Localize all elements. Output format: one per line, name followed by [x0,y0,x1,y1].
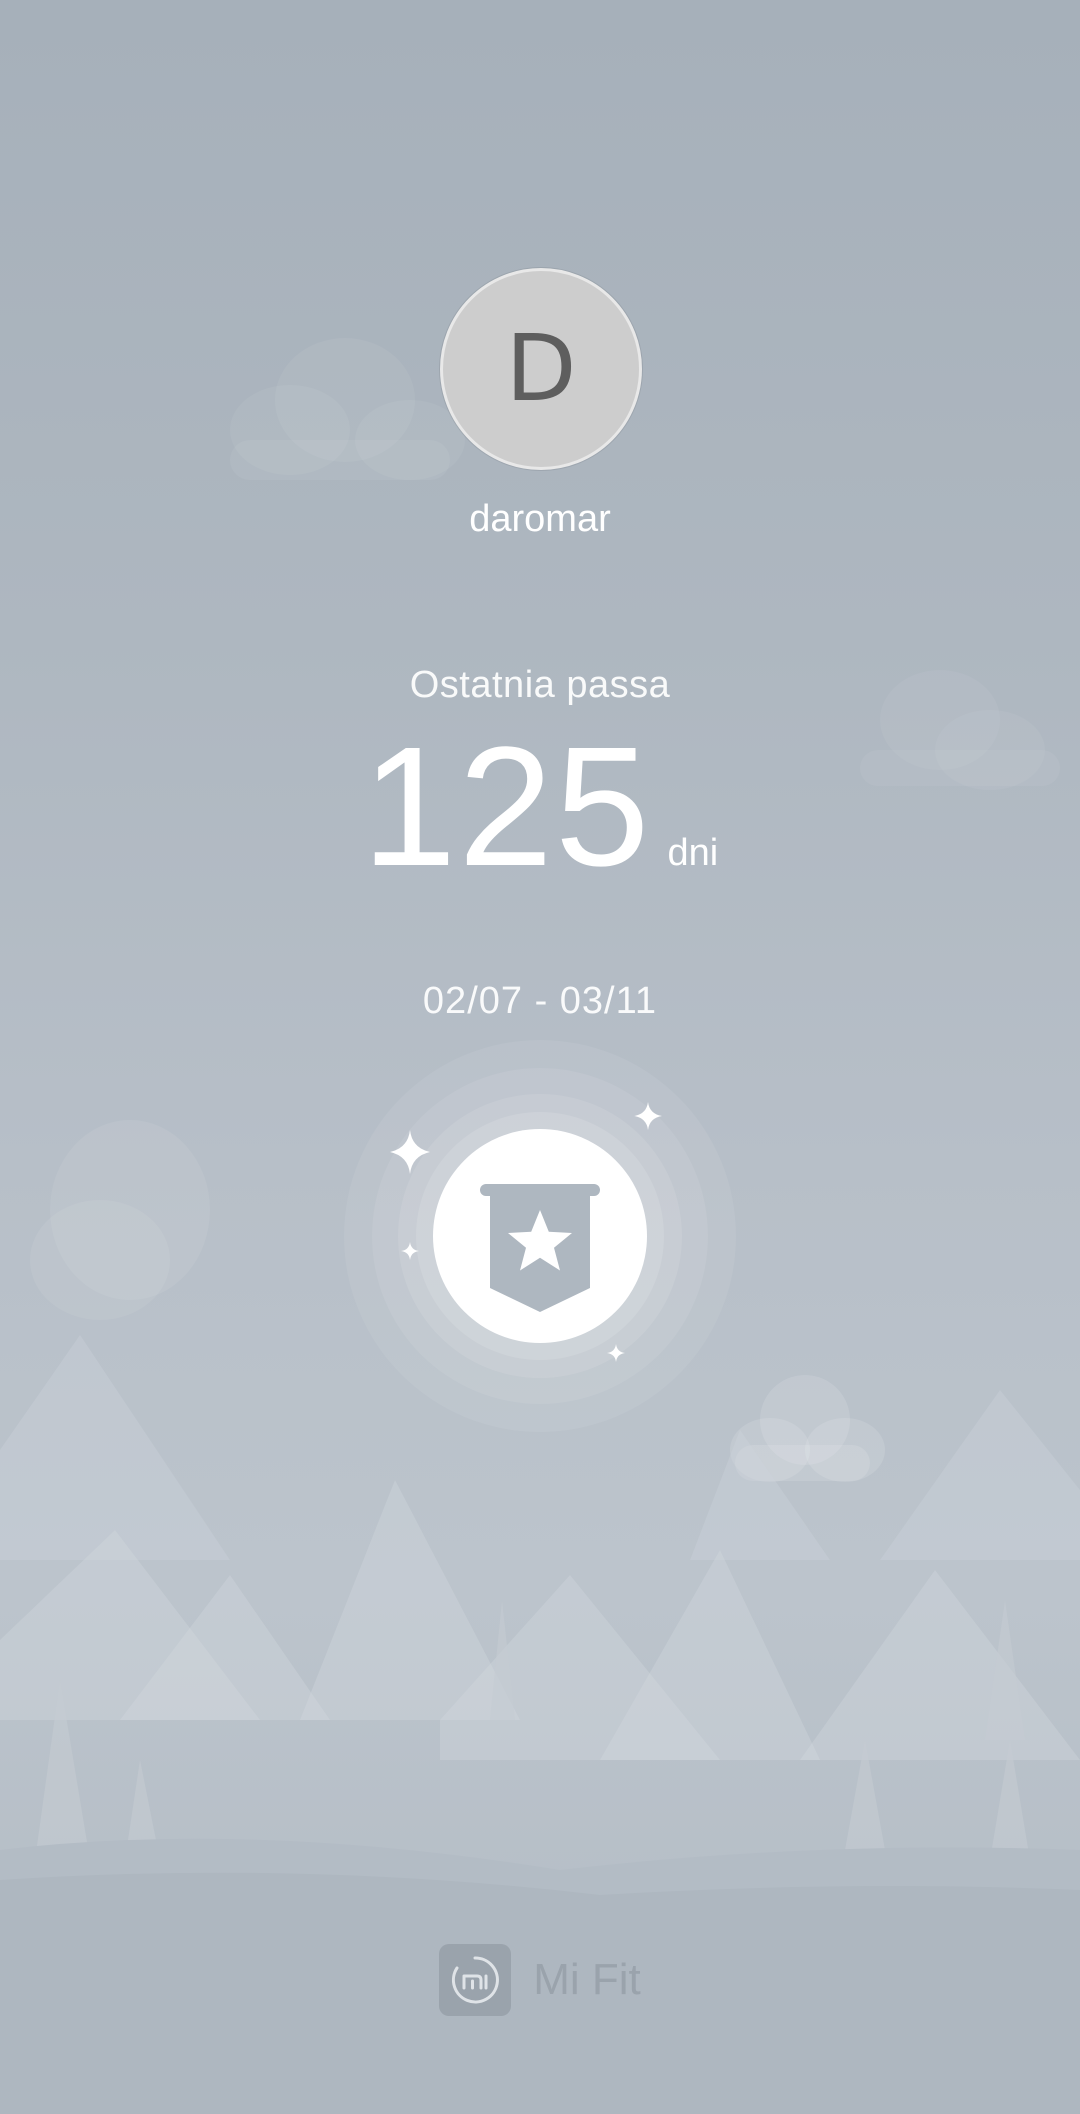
streak-label: Ostatnia passa [409,664,671,706]
cloud-shape [30,1120,210,1320]
cloud-shape [230,338,465,480]
mi-logo-icon [439,1944,512,2016]
streak-value: 125 [361,712,652,902]
app-name: Mi Fit [533,1955,641,2004]
app-branding: Mi Fit [0,1944,1080,2016]
username: daromar [469,498,611,540]
streak-count: 125 dni [0,718,1080,897]
streak-date-range: 02/07 - 03/11 [422,980,658,1022]
avatar-initial: D [505,315,577,422]
avatar[interactable]: D [440,268,642,470]
streak-unit: dni [667,832,719,874]
streak-badge [344,1040,736,1432]
